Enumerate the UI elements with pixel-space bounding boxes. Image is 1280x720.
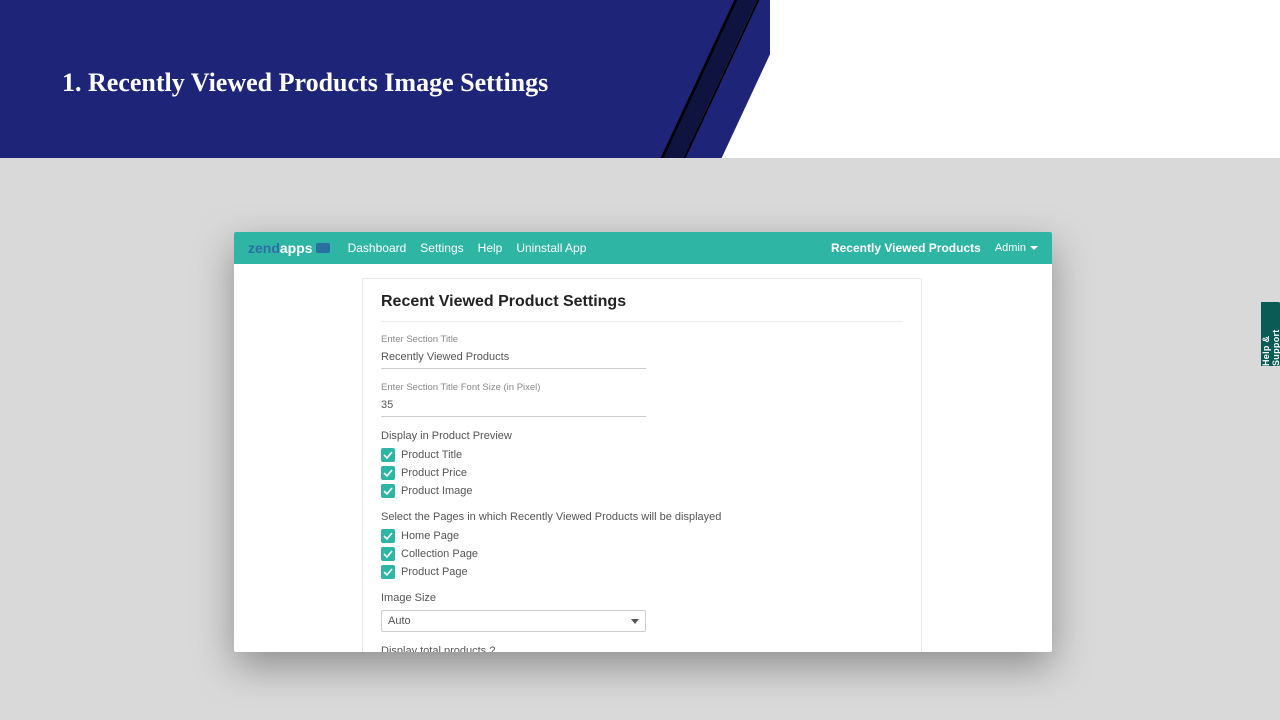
preview-label: Display in Product Preview	[381, 430, 903, 442]
section-font-label: Enter Section Title Font Size (in Pixel)	[381, 382, 903, 393]
section-title-input[interactable]	[381, 348, 646, 369]
checkbox-collection-page[interactable]: Collection Page	[381, 547, 903, 561]
pages-label: Select the Pages in which Recently Viewe…	[381, 511, 903, 523]
checkbox-label: Product Price	[401, 467, 467, 479]
checkbox-label: Product Title	[401, 449, 462, 461]
pages-group: Select the Pages in which Recently Viewe…	[381, 511, 903, 579]
checkbox-home-page[interactable]: Home Page	[381, 529, 903, 543]
nav-right: Recently Viewed Products Admin	[831, 241, 1038, 255]
checkbox-product-image[interactable]: Product Image	[381, 484, 903, 498]
checkbox-product-page[interactable]: Product Page	[381, 565, 903, 579]
nav-dashboard[interactable]: Dashboard	[348, 241, 407, 255]
app-window: zendapps Dashboard Settings Help Uninsta…	[234, 232, 1052, 652]
checkbox-label: Home Page	[401, 530, 459, 542]
slide-title: 1. Recently Viewed Products Image Settin…	[62, 68, 548, 98]
check-icon	[381, 466, 395, 480]
checkbox-label: Product Page	[401, 566, 468, 578]
preview-group: Display in Product Preview Product Title…	[381, 430, 903, 498]
checkbox-label: Collection Page	[401, 548, 478, 560]
nav-settings[interactable]: Settings	[420, 241, 463, 255]
check-icon	[381, 448, 395, 462]
admin-dropdown[interactable]: Admin	[995, 242, 1038, 254]
check-icon	[381, 565, 395, 579]
settings-panel: Recent Viewed Product Settings Enter Sec…	[362, 278, 922, 652]
image-size-group: Image Size Auto	[381, 592, 903, 632]
slide-banner: 1. Recently Viewed Products Image Settin…	[0, 0, 1280, 158]
checkbox-label: Product Image	[401, 485, 473, 497]
section-font-group: Enter Section Title Font Size (in Pixel)	[381, 382, 903, 417]
brand-part1: zend	[248, 240, 280, 256]
image-size-select[interactable]: Auto	[381, 610, 646, 632]
chevron-down-icon	[631, 619, 639, 624]
display-total-label: Display total products ?	[381, 645, 903, 652]
brand-part2: apps	[280, 240, 313, 256]
chevron-down-icon	[1030, 246, 1038, 250]
help-support-tab[interactable]: Help & Support	[1261, 302, 1280, 366]
checkbox-product-title[interactable]: Product Title	[381, 448, 903, 462]
section-title-label: Enter Section Title	[381, 334, 903, 345]
top-navbar: zendapps Dashboard Settings Help Uninsta…	[234, 232, 1052, 264]
panel-title: Recent Viewed Product Settings	[381, 293, 903, 322]
check-icon	[381, 529, 395, 543]
nav-help[interactable]: Help	[478, 241, 503, 255]
image-size-value: Auto	[388, 615, 411, 627]
section-font-input[interactable]	[381, 396, 646, 417]
check-icon	[381, 547, 395, 561]
admin-label: Admin	[995, 242, 1026, 254]
display-total-group: Display total products ? 3	[381, 645, 903, 652]
section-title-group: Enter Section Title	[381, 334, 903, 369]
nav-section-title: Recently Viewed Products	[831, 241, 981, 255]
image-size-label: Image Size	[381, 592, 903, 604]
brand-logo[interactable]: zendapps	[248, 240, 330, 256]
checkbox-product-price[interactable]: Product Price	[381, 466, 903, 480]
check-icon	[381, 484, 395, 498]
nav-links: Dashboard Settings Help Uninstall App	[348, 241, 587, 255]
brand-icon	[316, 243, 330, 253]
nav-uninstall[interactable]: Uninstall App	[516, 241, 586, 255]
